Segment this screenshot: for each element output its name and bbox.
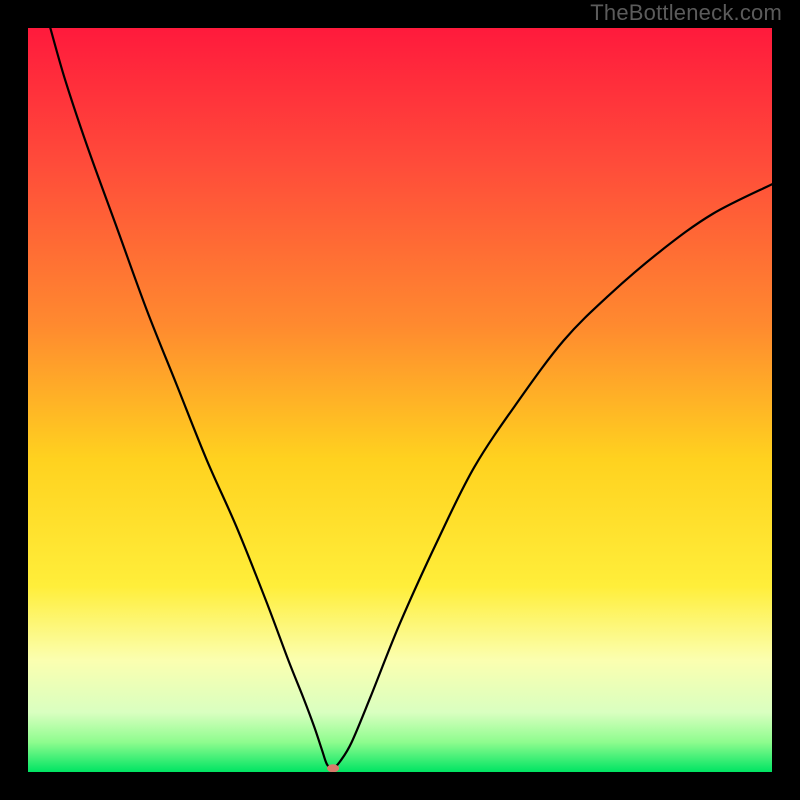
bottleneck-chart [28,28,772,772]
chart-frame: TheBottleneck.com [0,0,800,800]
watermark-text: TheBottleneck.com [590,0,782,26]
optimal-point-marker [327,764,339,772]
gradient-background [28,28,772,772]
plot-area [28,28,772,772]
